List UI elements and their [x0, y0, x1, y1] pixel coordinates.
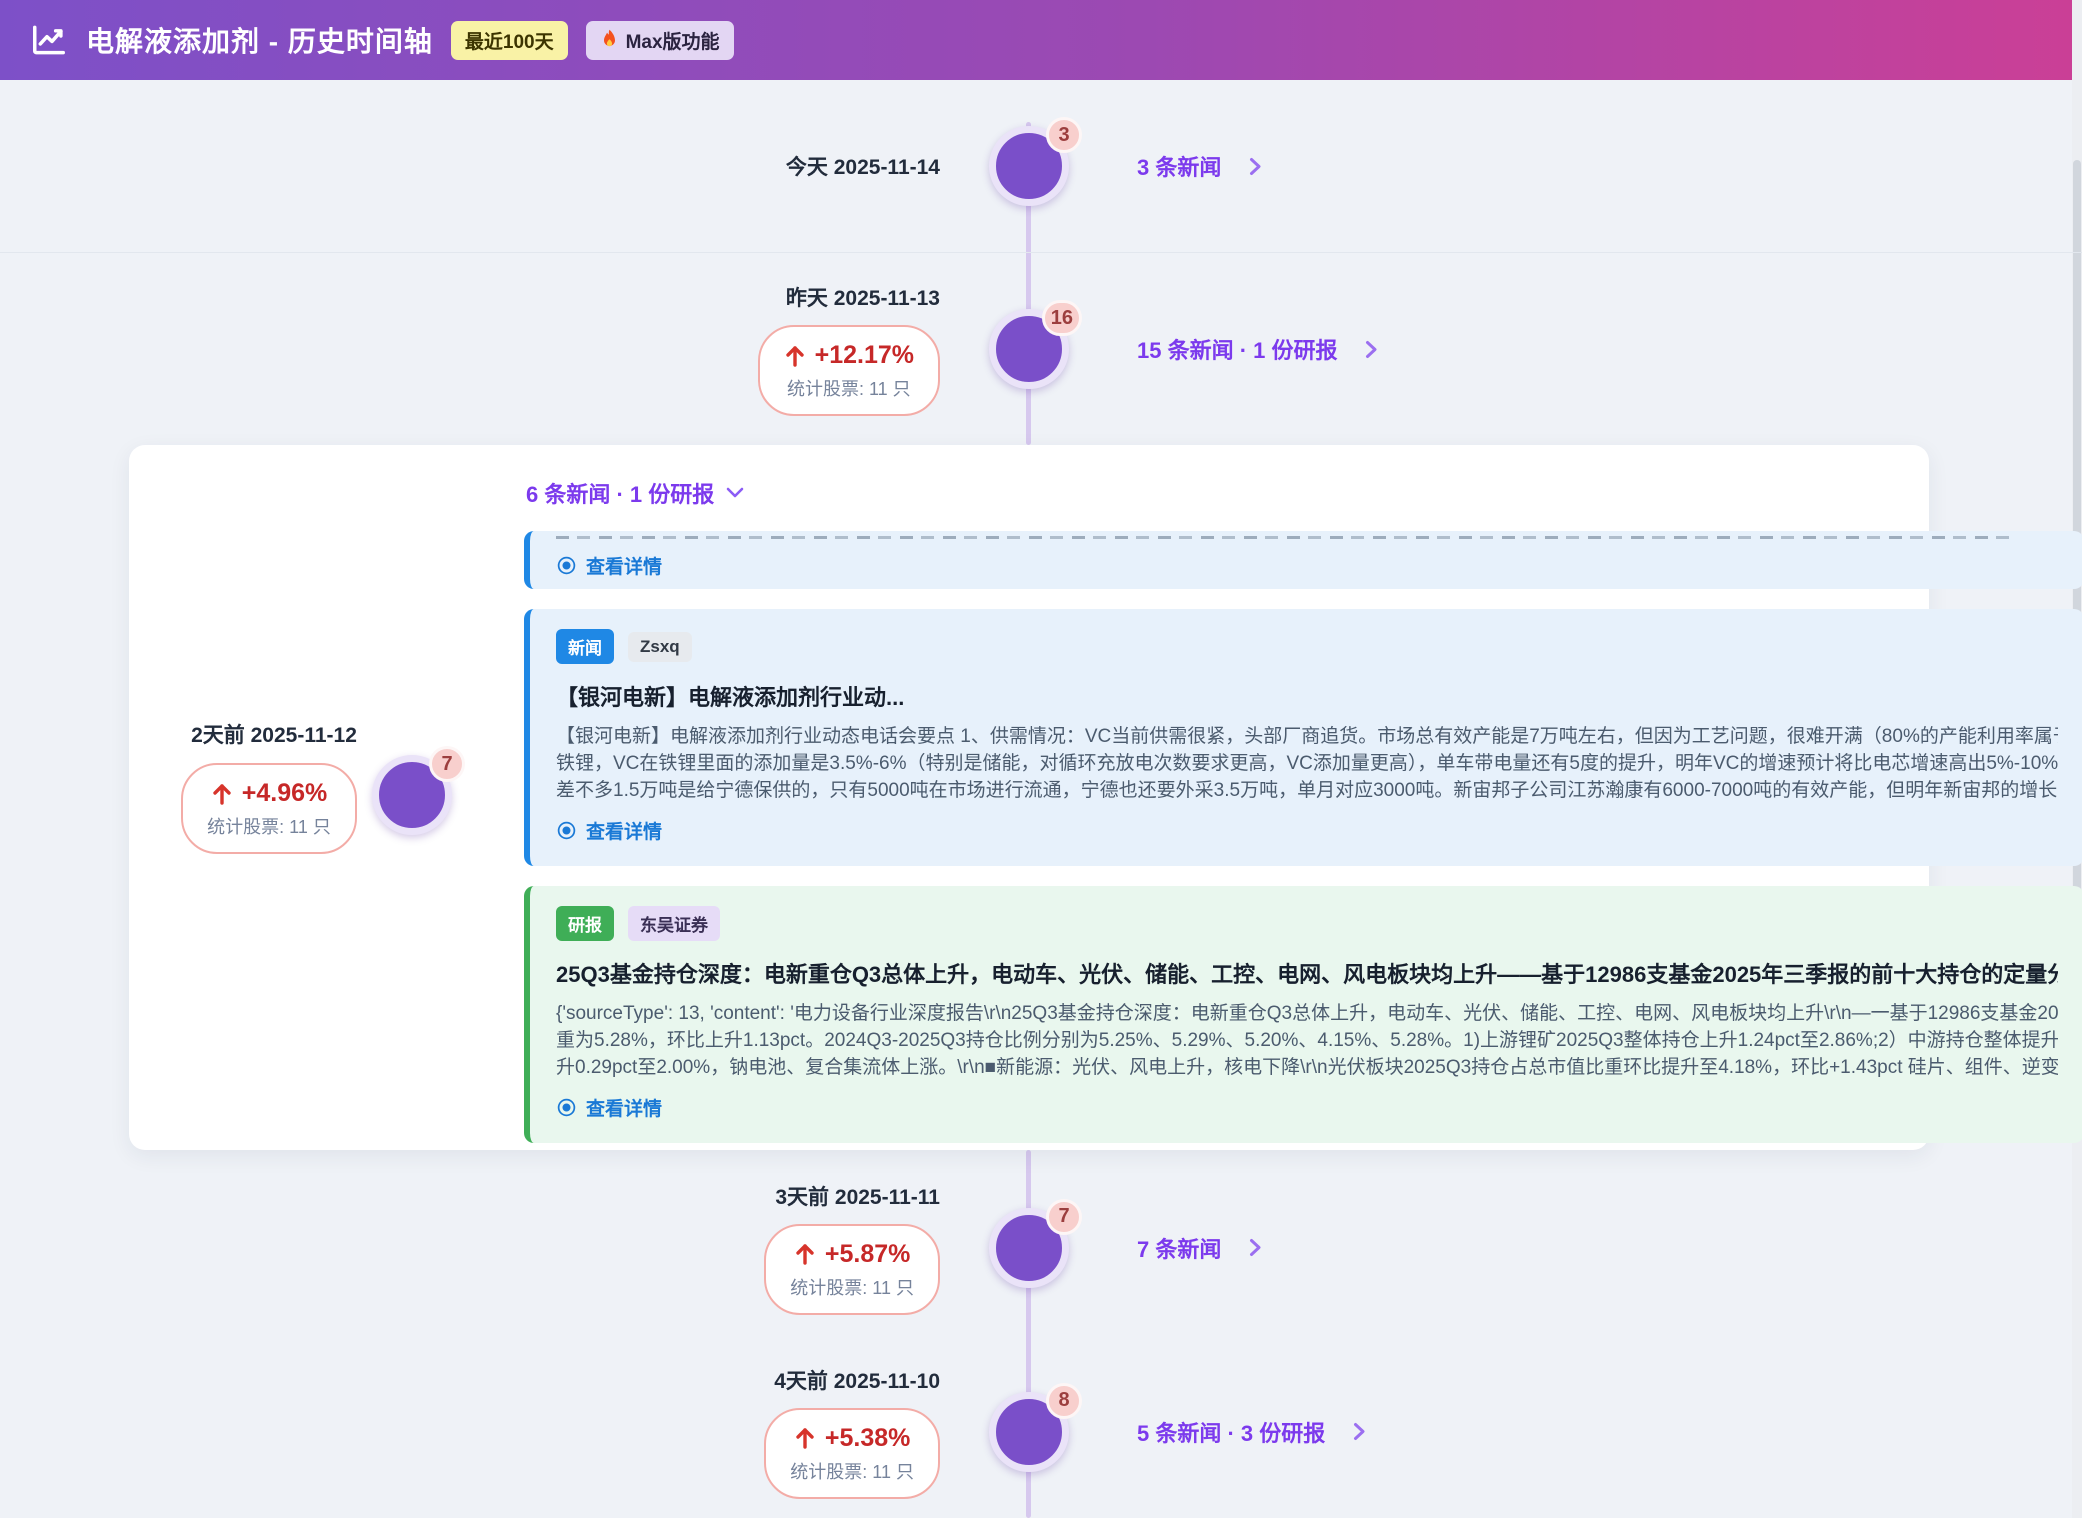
- count-badge: 16: [1042, 300, 1082, 336]
- change-stat-pill: +4.96% 统计股票: 11 只: [181, 763, 357, 854]
- chevron-down-icon: [726, 487, 744, 499]
- expanded-day-meta: 2天前 2025-11-12 +4.96% 统计股票: 11 只 7: [129, 445, 524, 1150]
- date-label: 4天前 2025-11-10: [774, 1365, 940, 1395]
- news-source-badge: Zsxq: [628, 632, 692, 662]
- date-label: 今天 2025-11-14: [786, 151, 940, 181]
- report-card-title: 25Q3基金持仓深度：电新重仓Q3总体上升，电动车、光伏、储能、工控、电网、风电…: [556, 957, 2058, 989]
- count-badge: 7: [1046, 1199, 1082, 1235]
- news-count-link[interactable]: 5 条新闻 · 3 份研报: [1137, 1416, 1366, 1448]
- timeline-node[interactable]: 16: [989, 309, 1069, 389]
- page-title: 电解液添加剂 - 历史时间轴: [86, 20, 433, 60]
- change-percent: +5.38%: [825, 1424, 911, 1453]
- flame-icon: [600, 29, 619, 51]
- date-label: 昨天 2025-11-13: [786, 282, 940, 312]
- count-badge: 8: [1046, 1383, 1082, 1419]
- report-card-body: {'sourceType': 13, 'content': '电力设备行业深度报…: [556, 1000, 2058, 1081]
- timeline-row-today: 今天 2025-11-14 3 3 条新闻: [0, 80, 2082, 253]
- card-body-line: 差不多1.5万吨是给宁德保供的，只有5000吨在市场进行流通，宁德也还要外采3.…: [556, 777, 2058, 804]
- news-card-title: 【银河电新】电解液添加剂行业动...: [556, 680, 2058, 712]
- report-card: 研报 东吴证券 25Q3基金持仓深度：电新重仓Q3总体上升，电动车、光伏、储能、…: [524, 886, 2082, 1143]
- chevron-right-icon: [1353, 1422, 1366, 1441]
- expanded-summary-label: 6 条新闻 · 1 份研报: [526, 477, 714, 509]
- change-stat-pill: +5.38% 统计股票: 11 只: [764, 1408, 940, 1499]
- chevron-right-icon: [1249, 157, 1262, 176]
- app-header: 电解液添加剂 - 历史时间轴 最近100天 Max版功能: [0, 0, 2082, 80]
- news-count-link[interactable]: 15 条新闻 · 1 份研报: [1137, 333, 1378, 365]
- stocks-count: 统计股票: 11 只: [787, 377, 911, 402]
- chevron-right-icon: [1365, 340, 1378, 359]
- news-card-body: 【银河电新】电解液添加剂行业动态电话会要点 1、供需情况：VC当前供需很紧，头部…: [556, 723, 2058, 804]
- day-cards-list: 查看详情 新闻 Zsxq 【银河电新】电解液添加剂行业动... 【银河电新】电解…: [524, 531, 2082, 1143]
- date-label: 2天前 2025-11-12: [129, 719, 419, 749]
- chevron-right-icon: [1249, 1238, 1262, 1257]
- expanded-summary-toggle[interactable]: 6 条新闻 · 1 份研报: [526, 477, 744, 509]
- plan-badge: Max版功能: [586, 21, 734, 60]
- count-badge: 7: [429, 746, 465, 782]
- eye-icon: [556, 1097, 577, 1118]
- view-detail-label: 查看详情: [586, 1094, 662, 1121]
- arrow-up-icon: [211, 782, 233, 806]
- timeline-row-3-days-ago: 3天前 2025-11-11 +5.87% 统计股票: 11 只 7 7 条新: [0, 1150, 2082, 1345]
- count-badge: 3: [1046, 117, 1082, 153]
- expanded-day-panel: 2天前 2025-11-12 +4.96% 统计股票: 11 只 7 6 条新闻…: [129, 445, 1929, 1150]
- trend-chart-icon: [30, 21, 68, 59]
- date-label: 3天前 2025-11-11: [775, 1181, 940, 1211]
- clipped-text-remnant: [556, 536, 2013, 539]
- timeline-app: 电解液添加剂 - 历史时间轴 最近100天 Max版功能 今天 2025-11-…: [0, 0, 2082, 1518]
- news-count-label: 5 条新闻 · 3 份研报: [1137, 1416, 1325, 1448]
- eye-icon: [556, 820, 577, 841]
- stocks-count: 统计股票: 11 只: [207, 815, 331, 840]
- news-type-badge: 新闻: [556, 629, 614, 664]
- view-detail-label: 查看详情: [586, 552, 662, 579]
- timeline-node[interactable]: 3: [989, 126, 1069, 206]
- arrow-up-icon: [784, 344, 806, 368]
- card-body-line: 重为5.28%，环比上升1.13pct。2024Q3-2025Q3持仓比例分别为…: [556, 1027, 2058, 1054]
- view-detail-link[interactable]: 查看详情: [556, 552, 2058, 579]
- expanded-day-content: 6 条新闻 · 1 份研报 查看详情: [524, 445, 2082, 1150]
- change-percent: +4.96%: [242, 779, 328, 808]
- view-detail-label: 查看详情: [586, 817, 662, 844]
- view-detail-link[interactable]: 查看详情: [556, 817, 662, 844]
- arrow-up-icon: [794, 1426, 816, 1450]
- card-body-line: 【银河电新】电解液添加剂行业动态电话会要点 1、供需情况：VC当前供需很紧，头部…: [556, 723, 2058, 750]
- timeline-node[interactable]: 8: [989, 1392, 1069, 1472]
- timeline-node[interactable]: 7: [372, 755, 452, 835]
- card-body-line: 升0.29pct至2.00%，钠电池、复合集流体上涨。\r\n■新能源：光伏、风…: [556, 1054, 2058, 1081]
- news-count-link[interactable]: 3 条新闻: [1137, 150, 1262, 182]
- arrow-up-icon: [794, 1242, 816, 1266]
- news-card: 新闻 Zsxq 【银河电新】电解液添加剂行业动... 【银河电新】电解液添加剂行…: [524, 609, 2082, 866]
- change-percent: +12.17%: [815, 341, 914, 370]
- plan-badge-label: Max版功能: [626, 27, 720, 54]
- report-source-badge: 东吴证券: [628, 906, 720, 941]
- news-count-label: 15 条新闻 · 1 份研报: [1137, 333, 1337, 365]
- card-body-line: 铁锂，VC在铁锂里面的添加量是3.5%-6%（特别是储能，对循环充放电次数要求更…: [556, 750, 2058, 777]
- change-percent: +5.87%: [825, 1240, 911, 1269]
- range-filter-badge[interactable]: 最近100天: [451, 21, 568, 60]
- card-body-line: {'sourceType': 13, 'content': '电力设备行业深度报…: [556, 1000, 2058, 1027]
- timeline-node[interactable]: 7: [989, 1208, 1069, 1288]
- report-type-badge: 研报: [556, 906, 614, 941]
- eye-icon: [556, 555, 577, 576]
- change-stat-pill: +5.87% 统计股票: 11 只: [764, 1224, 940, 1315]
- timeline: 今天 2025-11-14 3 3 条新闻 昨天 2025-11-13: [0, 80, 2082, 1518]
- news-card-clipped[interactable]: 查看详情: [524, 531, 2082, 589]
- timeline-row-4-days-ago: 4天前 2025-11-10 +5.38% 统计股票: 11 只 8 5 条新: [0, 1345, 2082, 1518]
- stocks-count: 统计股票: 11 只: [790, 1276, 914, 1301]
- timeline-row-yesterday: 昨天 2025-11-13 +12.17% 统计股票: 11 只 16 15: [0, 253, 2082, 445]
- news-count-label: 3 条新闻: [1137, 150, 1221, 182]
- stocks-count: 统计股票: 11 只: [790, 1460, 914, 1485]
- change-stat-pill: +12.17% 统计股票: 11 只: [758, 325, 940, 416]
- news-count-link[interactable]: 7 条新闻: [1137, 1232, 1262, 1264]
- view-detail-link[interactable]: 查看详情: [556, 1094, 662, 1121]
- news-count-label: 7 条新闻: [1137, 1232, 1221, 1264]
